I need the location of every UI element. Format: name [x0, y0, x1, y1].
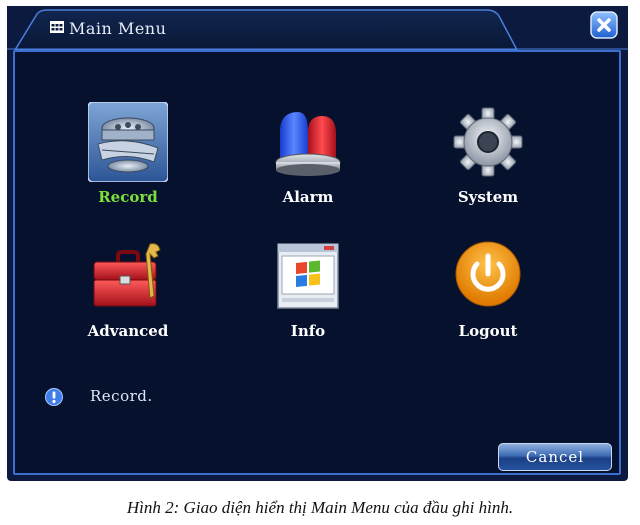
menu-item-label: Record [98, 188, 158, 206]
siren-light-icon [275, 112, 341, 176]
menu-item-logout[interactable]: Logout [413, 236, 563, 356]
menu-item-info[interactable]: Info [233, 236, 383, 356]
info-icon [45, 388, 63, 406]
power-icon [455, 241, 521, 307]
info-window-icon [277, 243, 339, 309]
menu-content: Record Alarm System Advanced Info Logout… [13, 50, 621, 475]
menu-item-label: Alarm [282, 188, 334, 206]
menu-item-record[interactable]: Record [53, 102, 203, 222]
figure-caption: Hình 2: Giao diện hiển thị Main Menu của… [126, 498, 514, 517]
film-reel-icon [88, 102, 168, 182]
status-text: Record. [90, 387, 153, 405]
close-x-icon [590, 11, 618, 39]
grid-menu-icon [50, 21, 64, 33]
window-title: Main Menu [69, 19, 167, 38]
menu-item-label: System [457, 188, 519, 206]
menu-item-system[interactable]: System [413, 102, 563, 222]
cancel-button[interactable]: Cancel [498, 443, 612, 471]
menu-item-label: Info [290, 322, 326, 340]
gear-icon [453, 107, 523, 177]
menu-item-alarm[interactable]: Alarm [233, 102, 383, 222]
menu-item-advanced[interactable]: Advanced [53, 236, 203, 356]
menu-item-label: Advanced [87, 322, 169, 340]
main-menu-window: Main Menu Record Alarm System Advanced I… [7, 6, 628, 481]
toolbox-icon [93, 243, 161, 307]
menu-item-label: Logout [458, 322, 518, 340]
close-button[interactable] [589, 10, 619, 40]
